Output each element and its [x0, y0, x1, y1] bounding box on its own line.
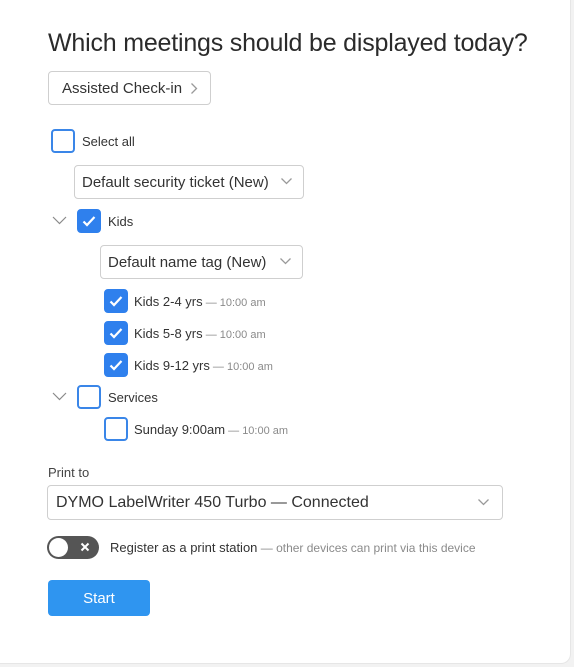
chevron-right-icon	[191, 83, 198, 94]
services-group-label: Services	[108, 390, 158, 405]
meeting-name: Kids 9-12 yrs	[134, 358, 210, 373]
list-item: Kids 5-8 yrs — 10:00 am	[134, 326, 266, 341]
print-station-hint: — other devices can print via this devic…	[257, 541, 476, 555]
start-button[interactable]: Start	[48, 580, 150, 616]
print-to-label: Print to	[48, 465, 90, 480]
page-title: Which meetings should be displayed today…	[48, 29, 528, 57]
print-station-text: Register as a print station — other devi…	[110, 540, 476, 555]
services-collapse-chevron-icon[interactable]	[52, 392, 67, 401]
name-tag-value: Default name tag (New)	[108, 253, 267, 271]
printer-select[interactable]: DYMO LabelWriter 450 Turbo — Connected	[47, 485, 503, 520]
list-item: Sunday 9:00am — 10:00 am	[134, 422, 288, 437]
kids-group-label: Kids	[108, 214, 134, 229]
meeting-name: Sunday 9:00am	[134, 422, 226, 437]
kids-5-8-checkbox[interactable]	[104, 321, 128, 345]
printer-value: DYMO LabelWriter 450 Turbo — Connected	[56, 493, 369, 511]
name-tag-select[interactable]: Default name tag (New)	[100, 245, 303, 279]
list-item: Kids 2-4 yrs — 10:00 am	[134, 294, 266, 309]
select-all-checkbox[interactable]	[51, 129, 75, 153]
kids-2-4-checkbox[interactable]	[104, 289, 128, 313]
meeting-name: Kids 5-8 yrs	[134, 326, 203, 341]
assisted-checkin-button[interactable]: Assisted Check-in	[48, 71, 211, 105]
checkmark-icon	[109, 328, 123, 339]
list-item: Kids 9-12 yrs — 10:00 am	[134, 358, 273, 373]
kids-group-checkbox[interactable]	[77, 209, 101, 233]
select-all-label: Select all	[82, 134, 135, 149]
security-ticket-select[interactable]: Default security ticket (New)	[74, 165, 304, 199]
close-icon	[80, 542, 90, 552]
meeting-time: — 10:00 am	[202, 329, 266, 341]
checkmark-icon	[82, 216, 96, 227]
meeting-time: — 10:00 am	[209, 361, 273, 373]
meeting-time: — 10:00 am	[202, 297, 266, 309]
services-group-checkbox[interactable]	[77, 385, 101, 409]
kids-9-12-checkbox[interactable]	[104, 353, 128, 377]
checkmark-icon	[109, 360, 123, 371]
checkmark-icon	[109, 296, 123, 307]
chevron-down-icon	[281, 178, 292, 185]
chevron-down-icon	[478, 499, 489, 506]
meeting-time: — 10:00 am	[225, 425, 289, 437]
security-ticket-value: Default security ticket (New)	[82, 173, 269, 191]
meeting-name: Kids 2-4 yrs	[134, 294, 203, 309]
chevron-down-icon	[280, 258, 291, 265]
print-station-toggle[interactable]	[47, 536, 99, 559]
meetings-panel: Which meetings should be displayed today…	[0, 0, 571, 664]
sunday-9am-checkbox[interactable]	[104, 417, 128, 441]
kids-collapse-chevron-icon[interactable]	[52, 216, 67, 225]
assisted-checkin-label: Assisted Check-in	[62, 79, 183, 97]
print-station-label: Register as a print station	[110, 540, 258, 555]
toggle-knob	[49, 538, 68, 557]
